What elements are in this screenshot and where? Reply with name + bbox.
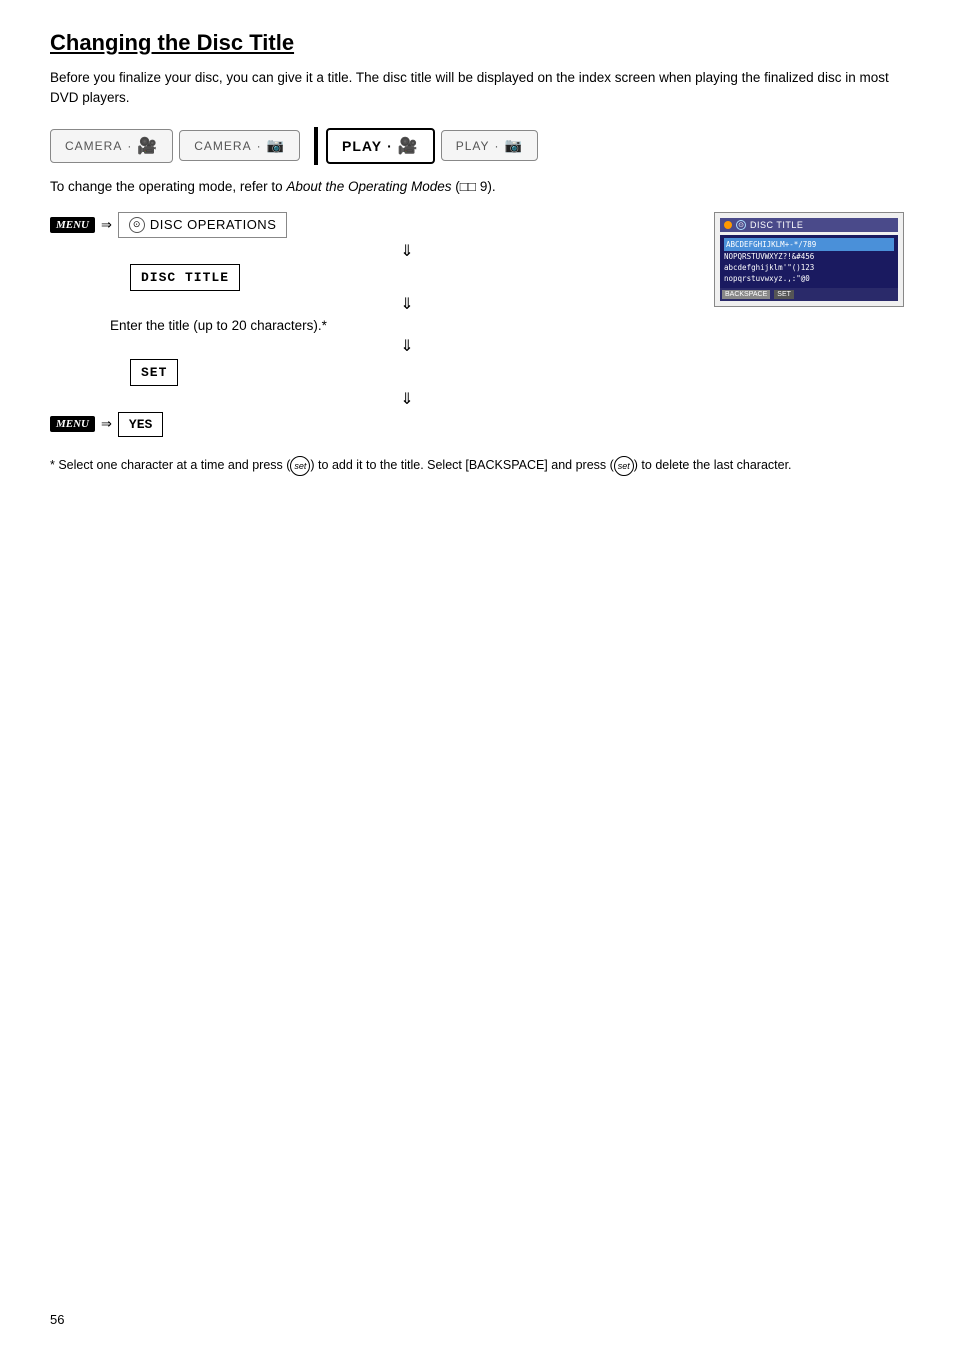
camera-photo-button[interactable]: CAMERA · 📷 [179,130,300,161]
footnote-text: Select one character at a time and press… [58,458,791,472]
play-video-icon: 🎥 [398,136,419,156]
camcorder-icon-1: 🎥 [137,136,158,156]
screen-circle-icon: ⊙ [736,220,746,230]
disc-title-box: DISC TITLE [130,264,240,291]
play-photo-icon: 📷 [505,137,523,154]
screen-footer: BACKSPACE SET [720,288,898,301]
video-icon-1: · [127,139,132,153]
camera-label-1: CAMERA [65,139,122,153]
down-arrow-2: ⇓ [130,294,684,314]
set-circle-1: set [290,456,310,476]
play-label-2: PLAY [456,139,490,153]
yes-box: YES [118,412,163,437]
menu-badge-2: MENU [50,416,95,432]
mode-buttons-row: CAMERA · 🎥 CAMERA · 📷 PLAY · 🎥 PLAY · 📷 [50,127,904,165]
camera-video-button[interactable]: CAMERA · 🎥 [50,129,173,163]
footnote: * Select one character at a time and pre… [50,455,904,476]
screen-header: ⊙ DISC TITLE [720,218,898,232]
screen-disc-dot [724,221,732,229]
screen-preview: ⊙ DISC TITLE ABCDEFGHIJKLM+-*/789 NOPQRS… [714,212,904,307]
set-btn[interactable]: SET [774,290,794,299]
page-title: Changing the Disc Title [50,30,904,56]
disc-op-box: ⊙ DISC OPERATIONS [118,212,287,238]
step-menu-disc-op: MENU ⇒ ⊙ DISC OPERATIONS [50,212,684,238]
intro-text: Before you finalize your disc, you can g… [50,68,904,109]
camera-icon-2: 📷 [267,137,285,154]
dot-sep-4: · [495,139,500,153]
arrow-right-2: ⇒ [101,416,112,432]
flow-left: MENU ⇒ ⊙ DISC OPERATIONS ⇓ DISC TITLE ⇓ … [50,212,684,437]
step-menu-yes: MENU ⇒ YES [50,412,684,437]
play-photo-button[interactable]: PLAY · 📷 [441,130,538,161]
play-label-1: PLAY [342,138,382,154]
backspace-btn[interactable]: BACKSPACE [722,290,770,299]
enter-title-text: Enter the title (up to 20 characters).* [110,318,684,333]
mode-divider [314,127,318,165]
menu-badge-1: MENU [50,217,95,233]
operate-note: To change the operating mode, refer to A… [50,179,904,194]
down-arrow-4: ⇓ [130,389,684,409]
screen-char-row-2: NOPQRSTUVWXYZ?!&#456 [724,252,814,261]
camera-label-2: CAMERA [194,139,251,153]
disc-operations-label: DISC OPERATIONS [150,217,276,232]
page-number: 56 [50,1312,64,1327]
screen-char-row-1: ABCDEFGHIJKLM+-*/789 [724,238,894,251]
arrow-right-1: ⇒ [101,217,112,233]
dot-sep-2: · [257,139,262,153]
screen-title-label: DISC TITLE [750,220,803,230]
play-video-button[interactable]: PLAY · 🎥 [326,128,435,164]
screen-char-row-3: abcdefghijklm'"()123 [724,263,814,272]
set-circle-2: set [614,456,634,476]
set-box: SET [130,359,178,386]
disc-circle-icon: ⊙ [129,217,145,233]
down-arrow-3: ⇓ [130,336,684,356]
screen-body: ABCDEFGHIJKLM+-*/789 NOPQRSTUVWXYZ?!&#45… [720,235,898,288]
dot-sep-3: · [387,138,393,154]
down-arrow-1: ⇓ [130,241,684,261]
screen-char-row-4: nopqrstuvwxyz.,:"@0 [724,274,810,283]
